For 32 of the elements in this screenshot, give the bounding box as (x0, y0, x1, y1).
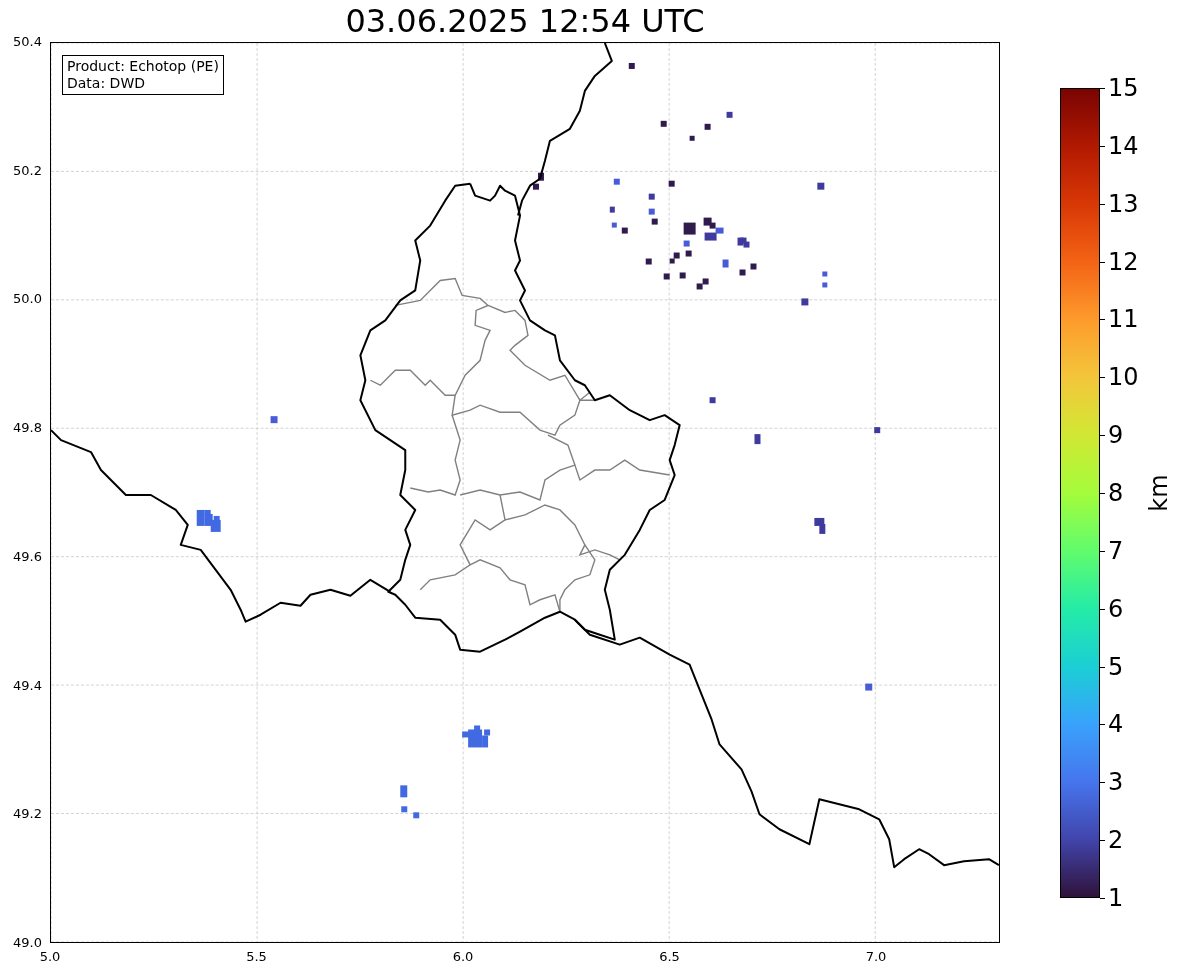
colorbar-tick-label: 1 (1108, 885, 1124, 911)
chart-title: 03.06.2025 12:54 UTC (344, 1, 706, 42)
colorbar-tick-label: 12 (1108, 248, 1139, 275)
y-tick-label: 49.8 (13, 420, 42, 437)
y-tick-label: 50.2 (13, 162, 42, 179)
x-tick-label: 5.0 (39, 949, 61, 964)
y-tick-label: 50.0 (13, 291, 42, 308)
colorbar-tick-label: 9 (1108, 422, 1124, 449)
y-tick-label: 49.2 (13, 806, 42, 823)
colorbar-tick-label: 15 (1108, 75, 1139, 101)
legend-text: Data: DWD (67, 75, 146, 92)
colorbar-label: km (1144, 474, 1173, 512)
colorbar-tick-label: 11 (1108, 306, 1139, 333)
colorbar-tick-label: 14 (1108, 132, 1139, 159)
colorbar-tick-label: 5 (1108, 653, 1124, 680)
colorbar-tick-label: 2 (1108, 827, 1124, 854)
colorbar-tick-label: 6 (1108, 595, 1124, 622)
x-tick-label: 6.5 (659, 949, 680, 964)
colorbar-tick-label: 3 (1108, 769, 1124, 796)
colorbar-tick-label: 10 (1108, 364, 1139, 391)
y-tick-label: 49.6 (13, 548, 42, 565)
colorbar-tick-label: 8 (1108, 480, 1124, 506)
y-tick-label: 50.4 (13, 34, 42, 50)
colorbar-tick-label: 13 (1108, 190, 1139, 217)
x-tick-label: 6.0 (452, 949, 474, 964)
x-tick-label: 5.5 (246, 949, 267, 964)
y-tick-label: 49.4 (13, 677, 42, 694)
colorbar-tick-label: 7 (1108, 537, 1124, 564)
colorbar-tick-label: 4 (1108, 711, 1124, 738)
y-tick-label: 49.0 (13, 934, 42, 951)
legend-text: Product: Echotop (PE) (67, 58, 219, 75)
x-tick-label: 7.0 (865, 949, 887, 964)
